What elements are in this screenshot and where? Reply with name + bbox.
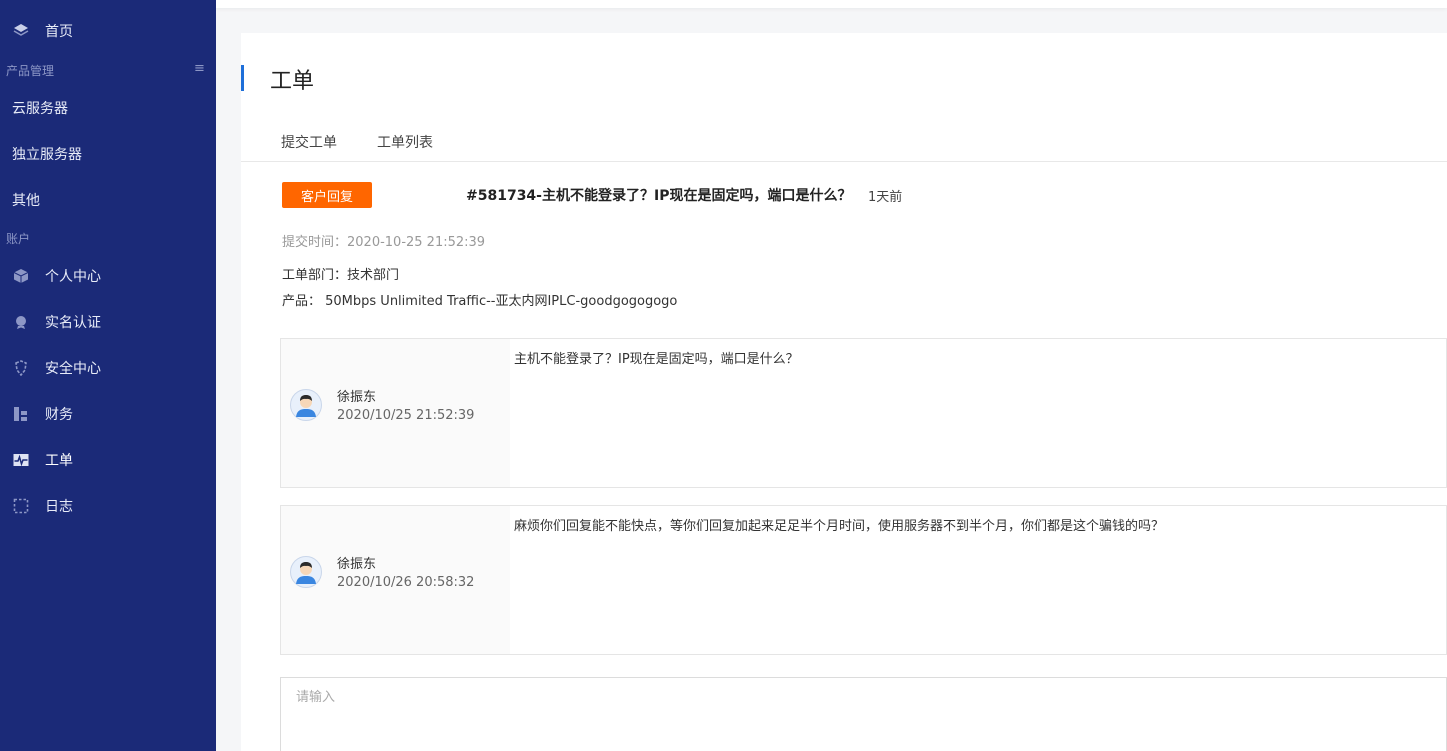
- verified-badge-icon: [13, 314, 29, 330]
- sidebar-item-label: 个人中心: [45, 269, 101, 285]
- sidebar-item-label: 工单: [45, 453, 73, 469]
- page-title: 工单: [270, 69, 315, 94]
- status-badge: 客户回复: [282, 182, 372, 208]
- finance-icon: [13, 406, 29, 422]
- log-icon: [13, 498, 29, 514]
- ticket-product: 产品： 50Mbps Unlimited Traffic--亚太内网IPLC-g…: [282, 294, 678, 309]
- sidebar-item-security[interactable]: 安全中心: [0, 348, 216, 388]
- sidebar-item-label: 日志: [45, 499, 73, 515]
- sidebar-item-label: 其他: [12, 193, 40, 209]
- title-accent-bar: [241, 65, 244, 91]
- sidebar-item-dedicated-server[interactable]: 独立服务器: [0, 134, 216, 174]
- sidebar-item-label: 首页: [45, 24, 73, 40]
- user-avatar-icon: [290, 389, 322, 421]
- sidebar-item-finance[interactable]: 财务: [0, 394, 216, 434]
- sidebar: 首页 产品管理 ≡ 云服务器 独立服务器 其他 账户 个人中心 实名认证 安全中…: [0, 0, 216, 751]
- top-bar: [216, 0, 1447, 8]
- reply-box: [280, 677, 1447, 751]
- message-content: 麻烦你们回复能不能快点，等你们回复加起来足足半个月时间，使用服务器不到半个月，你…: [514, 519, 1165, 534]
- user-avatar-icon: [290, 556, 322, 588]
- ticket-submit-time: 提交时间：2020-10-25 21:52:39: [282, 235, 486, 250]
- message-author: 徐振东: [337, 390, 377, 405]
- tabs-divider: [241, 161, 1447, 162]
- ticket-detail-card: 工单 提交工单 工单列表 客户回复 #581734-主机不能登录了？IP现在是固…: [241, 33, 1447, 751]
- message-item: 徐振东 2020/10/26 20:58:32 麻烦你们回复能不能快点，等你们回…: [280, 505, 1447, 655]
- sidebar-item-tickets[interactable]: 工单: [0, 440, 216, 480]
- sidebar-item-label: 实名认证: [45, 315, 101, 331]
- ticket-title: #581734-主机不能登录了？IP现在是固定吗，端口是什么？: [466, 188, 852, 204]
- sidebar-item-label: 安全中心: [45, 361, 101, 377]
- section-title-account: 账户: [6, 232, 31, 246]
- box-icon: [13, 268, 29, 284]
- shield-icon: [13, 360, 29, 376]
- sidebar-item-label: 云服务器: [12, 101, 68, 117]
- message-time: 2020/10/26 20:58:32: [337, 575, 475, 590]
- section-title-product: 产品管理: [6, 64, 55, 78]
- ticket-department: 工单部门：技术部门: [282, 268, 400, 283]
- ticket-age: 1天前: [868, 190, 903, 205]
- tab-ticket-list[interactable]: 工单列表: [377, 132, 433, 152]
- message-content: 主机不能登录了？IP现在是固定吗，端口是什么？: [514, 352, 799, 367]
- message-author-panel: 徐振东 2020/10/26 20:58:32: [281, 506, 510, 654]
- message-item: 徐振东 2020/10/25 21:52:39 主机不能登录了？IP现在是固定吗…: [280, 338, 1447, 488]
- sidebar-item-home[interactable]: 首页: [0, 11, 216, 51]
- message-author-panel: 徐振东 2020/10/25 21:52:39: [281, 339, 510, 487]
- sidebar-item-cloud-server[interactable]: 云服务器: [0, 88, 216, 128]
- reply-input[interactable]: [281, 678, 1446, 751]
- message-author: 徐振东: [337, 557, 377, 572]
- sidebar-item-label: 独立服务器: [12, 147, 82, 163]
- sidebar-item-label: 财务: [45, 407, 73, 423]
- pulse-icon: [13, 452, 29, 468]
- menu-toggle-icon[interactable]: ≡: [194, 61, 205, 76]
- message-time: 2020/10/25 21:52:39: [337, 408, 475, 423]
- sidebar-item-logs[interactable]: 日志: [0, 486, 216, 526]
- sidebar-item-verification[interactable]: 实名认证: [0, 302, 216, 342]
- tab-submit-ticket[interactable]: 提交工单: [281, 132, 337, 152]
- cube-layers-icon: [13, 23, 29, 39]
- sidebar-item-profile[interactable]: 个人中心: [0, 256, 216, 296]
- sidebar-item-other[interactable]: 其他: [0, 180, 216, 220]
